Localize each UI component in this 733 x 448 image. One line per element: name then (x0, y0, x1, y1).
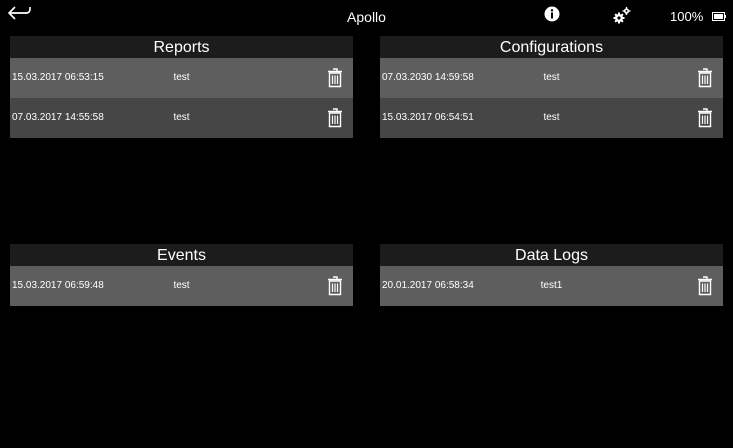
row-name: test (543, 72, 560, 83)
row-name: test1 (540, 280, 563, 291)
datalogs-panel: Data Logs 20.01.2017 06:58:34 test1 (380, 244, 723, 306)
row-date: 20.01.2017 06:58:34 (382, 280, 474, 291)
status-bar: Apollo 100% (0, 0, 733, 30)
row-date: 15.03.2017 06:59:48 (12, 280, 104, 291)
configuration-row[interactable]: 15.03.2017 06:54:51 test (380, 98, 723, 138)
configurations-header: Configurations (380, 36, 723, 58)
datalog-row[interactable]: 20.01.2017 06:58:34 test1 (380, 266, 723, 306)
datalogs-header: Data Logs (380, 244, 723, 266)
events-panel: Events 15.03.2017 06:59:48 test (10, 244, 353, 306)
trash-icon[interactable] (697, 276, 713, 296)
gears-icon[interactable] (612, 6, 632, 24)
trash-icon[interactable] (327, 108, 343, 128)
event-row[interactable]: 15.03.2017 06:59:48 test (10, 266, 353, 306)
report-row[interactable]: 15.03.2017 06:53:15 test (10, 58, 353, 98)
row-date: 07.03.2017 14:55:58 (12, 112, 104, 123)
battery-percent: 100% (670, 9, 704, 24)
reports-panel: Reports 15.03.2017 06:53:15 test 07.03.2… (10, 36, 353, 138)
row-date: 15.03.2017 06:54:51 (382, 112, 474, 123)
row-name: test (173, 72, 190, 83)
row-date: 15.03.2017 06:53:15 (12, 72, 104, 83)
row-date: 07.03.2030 14:59:58 (382, 72, 474, 83)
configuration-row[interactable]: 07.03.2030 14:59:58 test (380, 58, 723, 98)
events-header: Events (10, 244, 353, 266)
row-name: test (543, 112, 560, 123)
battery-icon (712, 12, 726, 21)
trash-icon[interactable] (697, 108, 713, 128)
row-name: test (173, 280, 190, 291)
trash-icon[interactable] (327, 276, 343, 296)
row-name: test (173, 112, 190, 123)
configurations-panel: Configurations 07.03.2030 14:59:58 test … (380, 36, 723, 138)
info-icon[interactable] (544, 6, 560, 22)
trash-icon[interactable] (327, 68, 343, 88)
reports-header: Reports (10, 36, 353, 58)
trash-icon[interactable] (697, 68, 713, 88)
report-row[interactable]: 07.03.2017 14:55:58 test (10, 98, 353, 138)
